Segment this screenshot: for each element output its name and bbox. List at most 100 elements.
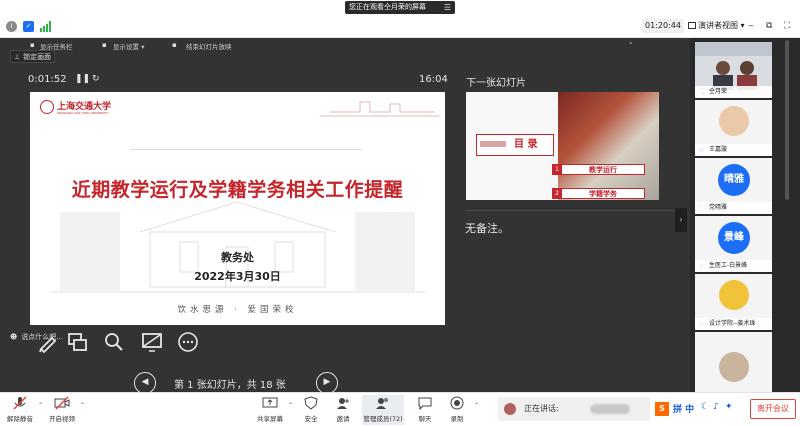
speaking-indicator: 正在讲话: — [498, 397, 650, 421]
chat-button[interactable]: 聊天 — [412, 395, 438, 425]
video-label: 开启视频 — [49, 415, 75, 423]
taskbar-icon[interactable]: ▪ — [30, 41, 35, 49]
video-button[interactable]: 开启视频 — [46, 395, 78, 425]
slide-department: 教务处 — [221, 251, 254, 264]
presentation-tools — [0, 330, 460, 354]
security-button[interactable]: 安全 — [298, 395, 324, 425]
speaker-avatar — [504, 403, 516, 415]
slide-counter: 第 1 张幻灯片，共 18 张 — [174, 380, 286, 391]
signal-icon[interactable] — [40, 21, 52, 32]
chevron-up-icon[interactable]: ⌃ — [474, 402, 479, 409]
grid-icon — [688, 22, 696, 29]
chat-icon — [418, 397, 432, 410]
end-show-button[interactable]: 结束幻灯片放映 — [186, 41, 232, 51]
participant-tile[interactable]: ● 王嘉璇 — [695, 100, 772, 156]
current-slide[interactable]: 上海交通大学 SHANGHAI JIAO TONG UNIVERSITY 近期教… — [30, 92, 445, 325]
ime-mode: 拼 中 — [673, 405, 695, 415]
scrollbar-thumb[interactable] — [785, 40, 789, 200]
speaker-notes[interactable]: 无备注。 — [465, 220, 509, 236]
leave-meeting-button[interactable]: 离开会议 — [750, 399, 796, 419]
current-clock: 16:04 — [419, 74, 448, 85]
presenter-menu: ▪ 显示任务栏 ▪ 显示设置 ▾ ▪ 结束幻灯片放映 ⌃ — [0, 40, 690, 54]
display-settings-button[interactable]: 显示设置 ▾ — [113, 41, 144, 51]
speaker-name-blurred — [590, 404, 630, 414]
presenter-view: ▪ 显示任务栏 ▪ 显示设置 ▾ ▪ 结束幻灯片放映 ⌃ ⊥ 锁定画面 0:01:… — [0, 38, 690, 394]
moon-icon[interactable]: ☾ — [701, 402, 709, 412]
slide-title: 近期教学运行及学籍学务相关工作提醒 — [71, 179, 404, 201]
fullscreen-icon[interactable]: ⛶ — [784, 19, 790, 33]
camera-off-icon — [54, 396, 70, 410]
university-crest — [40, 100, 54, 114]
next-slide-preview[interactable]: 目 录 1 教学运行 2 学籍学务 — [466, 92, 659, 200]
pin-icon: ⊥ — [14, 53, 21, 61]
chevron-up-icon[interactable]: ⌃ — [288, 402, 293, 409]
share-label: 共享屏幕 — [257, 415, 283, 423]
next-slide-button[interactable]: ▶ — [316, 372, 338, 394]
restart-icon[interactable]: ↻ — [92, 74, 100, 84]
display-icon[interactable]: ▪ — [102, 41, 107, 49]
elapsed-time: 0:01:52 — [28, 74, 67, 85]
prev-slide-button[interactable]: ◀ — [134, 372, 156, 394]
unmute-button[interactable]: 解除静音 — [4, 395, 36, 425]
participant-name: 党晴雅 — [695, 202, 772, 214]
record-label: 录制 — [450, 415, 464, 423]
view-label: 演讲者视图 ▾ — [698, 21, 745, 30]
ime-logo-icon: S — [655, 402, 669, 416]
participants-panel: 🎙 仝月荣 ● 王嘉璇 晴雅 ✕ 党晴雅 景峰 ✕ 生医工-白景峰 ✕ 设计学院… — [690, 38, 800, 392]
sharing-indicator[interactable]: 您正在观看仝月荣的屏幕 ☰ — [345, 1, 455, 14]
menu-icon[interactable]: ☰ — [444, 1, 451, 14]
slide-pager: ◀ 第 1 张幻灯片，共 18 张 ▶ — [130, 372, 350, 394]
mic-icon[interactable]: ♪ — [713, 402, 719, 412]
users-icon — [376, 398, 388, 409]
toc-item-num: 1 — [552, 164, 562, 175]
more-icon[interactable] — [176, 330, 200, 354]
participant-tile[interactable] — [695, 332, 772, 392]
pen-icon[interactable] — [36, 330, 60, 354]
avatar — [719, 352, 749, 382]
manage-members-button[interactable]: 管理成员(72) — [362, 395, 404, 425]
info-icon[interactable]: i — [6, 21, 17, 32]
university-name-en: SHANGHAI JIAO TONG UNIVERSITY — [57, 111, 109, 115]
next-slide-label: 下一张幻灯片 — [466, 78, 526, 89]
panel-toggle[interactable]: › — [675, 208, 687, 232]
pause-icon[interactable]: ❚❚ — [75, 74, 90, 84]
slide-motto: 饮水思源 · 爱国荣校 — [177, 305, 298, 315]
pin-tooltip[interactable]: ⊥ 锁定画面 — [10, 50, 56, 63]
unmute-label: 解除静音 — [7, 415, 33, 423]
speaker-view-button[interactable]: 演讲者视图 ▾ — [688, 19, 745, 33]
invite-label: 邀请 — [336, 415, 350, 423]
chevron-up-icon[interactable]: ⌃ — [80, 402, 85, 409]
minimize-icon[interactable]: ‒ — [748, 19, 754, 33]
participant-tile[interactable]: 晴雅 ✕ 党晴雅 — [695, 158, 772, 214]
preview-photo — [558, 92, 659, 200]
share-screen-icon — [262, 397, 278, 408]
tools-icon[interactable]: ✦ — [725, 402, 733, 412]
blackscreen-icon[interactable] — [140, 330, 164, 354]
participant-tile[interactable]: 🎙 仝月荣 — [695, 42, 772, 98]
restore-icon[interactable]: ⧉ — [766, 19, 772, 33]
zoom-icon[interactable] — [102, 330, 126, 354]
toc-item-label: 学籍学务 — [589, 190, 617, 198]
toc-heading: 目 录 — [514, 139, 538, 150]
shield-icon — [304, 396, 318, 410]
collapse-icon[interactable]: ⌃ — [628, 41, 633, 49]
chevron-up-icon[interactable]: ⌃ — [38, 402, 43, 409]
avatar: 景峰 — [718, 222, 750, 254]
mic-off-icon — [13, 396, 27, 410]
toc-item-num: 2 — [552, 188, 562, 199]
meeting-timer: 01:20:44 — [642, 19, 684, 33]
record-button[interactable]: 录制 — [444, 395, 470, 425]
notes-divider — [465, 210, 675, 211]
slides-grid-icon[interactable] — [66, 330, 90, 354]
ime-toolbar[interactable]: S 拼 中 ☾ ♪ ✦ — [655, 400, 745, 418]
invite-button[interactable]: 邀请 — [330, 395, 356, 425]
participant-tile[interactable]: 景峰 ✕ 生医工-白景峰 — [695, 216, 772, 272]
shield-icon[interactable]: ✓ — [23, 21, 34, 32]
speaking-label: 正在讲话: — [524, 404, 559, 413]
participant-name: 王嘉璇 — [695, 144, 772, 156]
end-show-icon[interactable]: ▪ — [172, 41, 177, 49]
meeting-window: 您正在观看仝月荣的屏幕 ☰ i ✓ 01:20:44 演讲者视图 ▾ ‒ ⧉ ⛶… — [0, 0, 800, 426]
participant-tile[interactable]: ✕ 设计学院--姜术珠 — [695, 274, 772, 330]
campus-watermark — [50, 101, 440, 293]
share-screen-button[interactable]: 共享屏幕 — [254, 395, 286, 425]
